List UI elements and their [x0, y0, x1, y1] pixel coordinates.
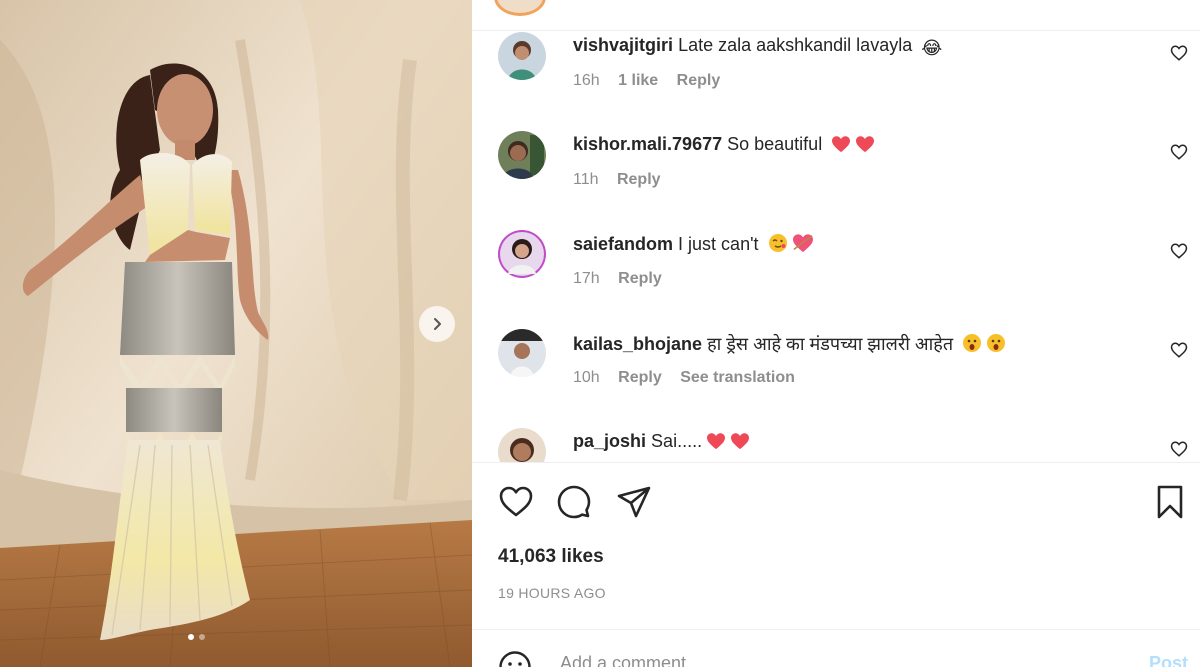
reply-button[interactable]: Reply — [618, 270, 662, 287]
comment-meta: 16h 1 like Reply — [573, 72, 734, 90]
comment-meta: 17h Reply — [573, 270, 676, 288]
comment-username[interactable]: kailas_bhojane — [573, 334, 702, 354]
comment-body: Late zala aakshkandil lavayla — [678, 35, 913, 55]
send-icon[interactable] — [616, 484, 652, 520]
add-comment-bar: Post — [498, 650, 1188, 667]
action-bar — [498, 484, 1188, 520]
heart-icon[interactable] — [1170, 242, 1188, 260]
comment-time: 10h — [573, 369, 600, 386]
heart-arrow-emoji — [792, 233, 814, 258]
post-header — [472, 0, 1200, 31]
comments-panel: vishvajitgiri Late zala aakshkandil lava… — [472, 0, 1200, 667]
heart-icon[interactable] — [498, 484, 534, 520]
carousel-dot-active — [188, 634, 194, 640]
comment-meta: 11h Reply — [573, 171, 675, 189]
add-comment-input[interactable] — [558, 652, 1102, 667]
comment-text: vishvajitgiri Late zala aakshkandil lava… — [573, 35, 942, 59]
avatar[interactable] — [498, 32, 546, 80]
comment-username[interactable]: vishvajitgiri — [573, 35, 673, 55]
divider — [472, 462, 1200, 463]
post-comment-button[interactable]: Post — [1149, 653, 1188, 667]
bookmark-icon[interactable] — [1152, 484, 1188, 520]
comment-item: pa_joshi Sai..... — [498, 428, 1188, 462]
smiley-icon[interactable] — [498, 650, 532, 667]
comment-text: kailas_bhojane हा ड्रेस आहे का मंडपच्या … — [573, 332, 1006, 358]
comment-meta: 10h Reply See translation — [573, 369, 809, 387]
comment-like-count[interactable]: 1 like — [618, 72, 658, 89]
red-heart-emoji — [855, 135, 875, 158]
comment-body: हा ड्रेस आहे का मंडपच्या झालरी आहेत — [707, 334, 954, 354]
heart-icon[interactable] — [1170, 143, 1188, 161]
comment-item: vishvajitgiri Late zala aakshkandil lava… — [498, 32, 1188, 112]
avatar[interactable] — [498, 428, 546, 462]
post-timestamp[interactable]: 19 HOURS AGO — [498, 585, 606, 601]
red-heart-emoji — [730, 432, 750, 455]
comment-body: Sai..... — [651, 431, 703, 451]
divider — [472, 629, 1200, 630]
heart-icon[interactable] — [1170, 440, 1188, 458]
comment-username[interactable]: saiefandom — [573, 234, 673, 254]
reply-button[interactable]: Reply — [618, 369, 662, 386]
comment-list[interactable]: vishvajitgiri Late zala aakshkandil lava… — [472, 30, 1200, 462]
carousel-dot — [199, 634, 205, 640]
screaming-face-emoji — [962, 333, 982, 358]
comment-body: So beautiful — [727, 134, 823, 154]
author-avatar[interactable] — [494, 0, 546, 16]
avatar[interactable] — [498, 230, 546, 278]
chevron-right-icon — [434, 318, 441, 330]
reply-button[interactable]: Reply — [677, 72, 721, 89]
comment-item: kailas_bhojane हा ड्रेस आहे का मंडपच्या … — [498, 329, 1188, 409]
comment-text: saiefandom I just can't — [573, 233, 814, 258]
comment-username[interactable]: kishor.mali.79677 — [573, 134, 722, 154]
carousel-indicator — [188, 634, 205, 640]
comment-time: 16h — [573, 72, 600, 89]
photo-illustration — [0, 0, 472, 667]
comment-time: 11h — [573, 171, 599, 188]
comment-text: kishor.mali.79677 So beautiful — [573, 134, 875, 158]
avatar[interactable] — [498, 131, 546, 179]
reply-button[interactable]: Reply — [617, 171, 661, 188]
comment-time: 17h — [573, 270, 600, 287]
next-photo-button[interactable] — [419, 306, 455, 342]
screaming-face-emoji — [986, 333, 1006, 358]
avatar[interactable] — [498, 329, 546, 377]
comment-icon[interactable] — [556, 484, 592, 520]
emoji-laughing: 😂 — [921, 38, 943, 58]
comment-text: pa_joshi Sai..... — [573, 431, 750, 455]
heart-icon[interactable] — [1170, 44, 1188, 62]
post-photo — [0, 0, 472, 667]
instagram-post-view: vishvajitgiri Late zala aakshkandil lava… — [0, 0, 1200, 667]
face-emoji — [768, 233, 788, 258]
comment-body: I just can't — [678, 234, 759, 254]
comment-username[interactable]: pa_joshi — [573, 431, 646, 451]
heart-icon[interactable] — [1170, 341, 1188, 359]
red-heart-emoji — [831, 135, 851, 158]
comment-item: kishor.mali.79677 So beautiful 11h Reply — [498, 131, 1188, 211]
like-count[interactable]: 41,063 likes — [498, 546, 604, 568]
see-translation-link[interactable]: See translation — [680, 369, 795, 386]
comment-item: saiefandom I just can't 17h Reply — [498, 230, 1188, 310]
red-heart-emoji — [706, 432, 726, 455]
